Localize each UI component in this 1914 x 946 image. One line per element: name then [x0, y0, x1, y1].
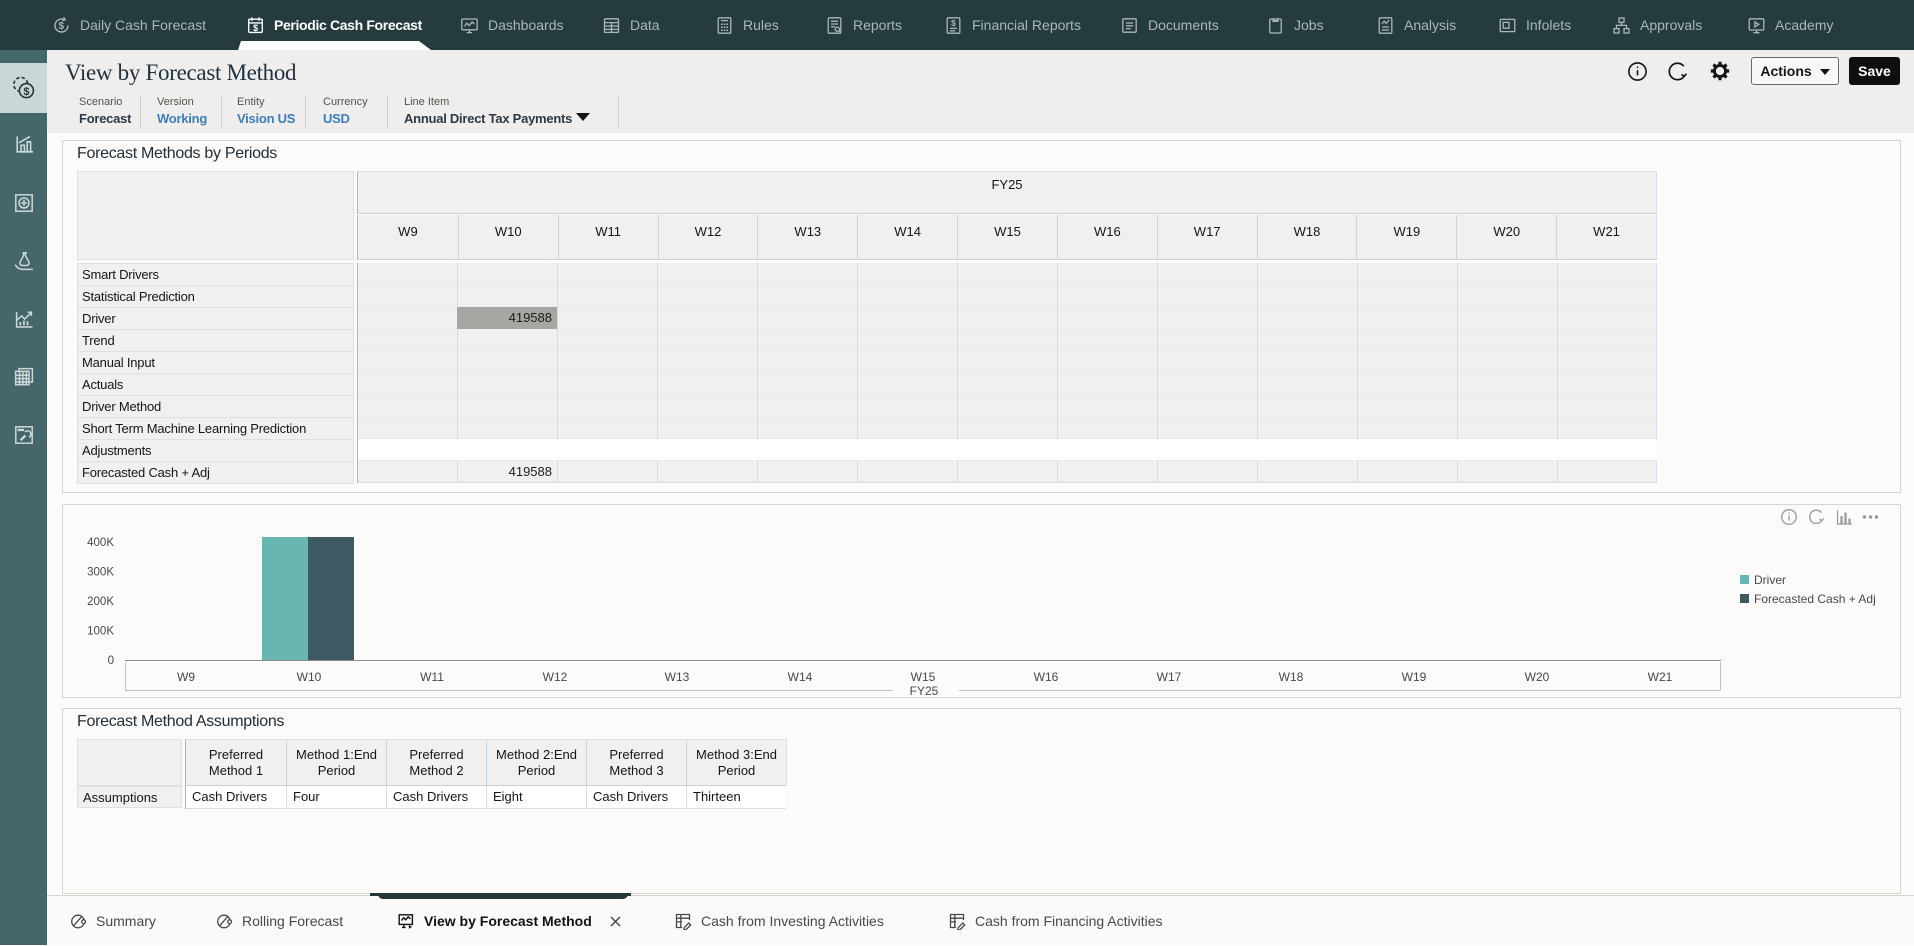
svg-text:W15: W15: [911, 670, 936, 684]
svg-text:$: $: [23, 86, 29, 98]
svg-text:400K: 400K: [87, 537, 114, 549]
svg-text:W17: W17: [1157, 670, 1182, 684]
svg-text:Driver: Driver: [1754, 573, 1786, 587]
svg-text:$: $: [253, 23, 258, 33]
svg-text:$: $: [951, 18, 956, 28]
svg-text:W10: W10: [297, 670, 322, 684]
svg-text:W20: W20: [1525, 670, 1550, 684]
svg-text:200K: 200K: [87, 596, 114, 608]
svg-text:300K: 300K: [87, 567, 114, 579]
svg-text:W13: W13: [665, 670, 690, 684]
svg-text:Forecasted Cash + Adj: Forecasted Cash + Adj: [1754, 592, 1876, 606]
svg-text:$: $: [59, 21, 65, 32]
svg-text:W18: W18: [1279, 670, 1304, 684]
svg-text:W9: W9: [177, 670, 195, 684]
svg-text:W21: W21: [1648, 670, 1673, 684]
svg-text:W14: W14: [788, 670, 813, 684]
svg-text:W19: W19: [1402, 670, 1427, 684]
svg-text:W11: W11: [420, 670, 444, 684]
svg-text:100K: 100K: [87, 626, 114, 638]
svg-text:W12: W12: [543, 670, 568, 684]
svg-text:W16: W16: [1034, 670, 1059, 684]
svg-text:FY25: FY25: [910, 684, 939, 697]
svg-text:0: 0: [108, 655, 114, 667]
